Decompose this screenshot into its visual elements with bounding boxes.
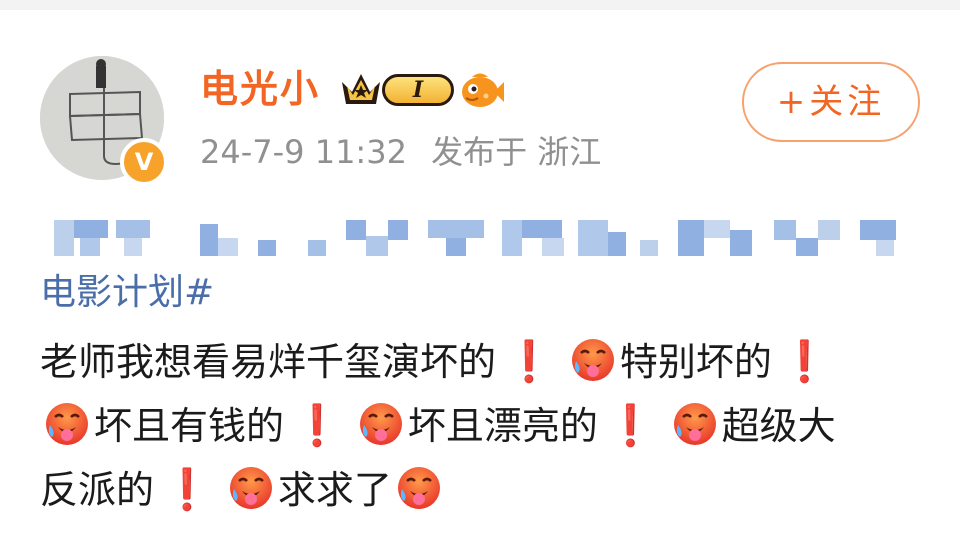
level-badge: I [382, 74, 454, 106]
post-content: 老师我想看易烊千玺演坏的 ❗ 特别坏的 ❗ 坏且有钱的 ❗ 坏且漂亮的 ❗ 超级大 反派的 ❗ 求求了 [40, 330, 920, 522]
hot-face-emoji [396, 465, 442, 511]
weibo-post: V 电光小 I 24-7-9 11:32 发布于 浙江 +关注 电影计划# 老师… [0, 0, 960, 552]
username[interactable]: 电光小 [200, 66, 320, 112]
top-divider [0, 0, 960, 10]
content-text: 反派的 [40, 468, 155, 512]
content-text: 坏且漂亮的 [407, 404, 598, 448]
content-text: 老师我想看易烊千玺演坏的 [40, 340, 497, 384]
hot-face-emoji [358, 401, 404, 447]
fish-icon [462, 73, 504, 107]
content-line: 坏且有钱的 ❗ 坏且漂亮的 ❗ 超级大 [40, 394, 920, 458]
content-text: 坏且有钱的 [94, 404, 285, 448]
content-line: 反派的 ❗ 求求了 [40, 458, 920, 522]
exclamation-icon: ❗ [504, 339, 554, 385]
hot-face-emoji [228, 465, 274, 511]
content-line: 老师我想看易烊千玺演坏的 ❗ 特别坏的 ❗ [40, 330, 920, 394]
content-text: 超级大 [721, 404, 836, 448]
crown-icon [342, 74, 380, 104]
pixelated-text-redaction [54, 220, 896, 256]
exclamation-icon: ❗ [605, 403, 656, 449]
timestamp: 24-7-9 11:32 [200, 133, 407, 171]
exclamation-icon: ❗ [162, 467, 212, 513]
hot-face-emoji [44, 401, 90, 447]
post-meta: 24-7-9 11:32 发布于 浙江 [200, 132, 615, 172]
exclamation-icon: ❗ [779, 339, 830, 385]
content-text: 求求了 [277, 468, 392, 512]
content-text: 特别坏的 [619, 340, 772, 384]
topic-hashtag-link[interactable]: 电影计划# [40, 268, 214, 318]
published-location: 发布于 浙江 [431, 133, 602, 171]
follow-button[interactable]: +关注 [742, 62, 920, 142]
exclamation-icon: ❗ [292, 403, 342, 449]
hot-face-emoji [672, 401, 718, 447]
verified-v-icon: V [120, 138, 168, 186]
hot-face-emoji [570, 337, 616, 383]
